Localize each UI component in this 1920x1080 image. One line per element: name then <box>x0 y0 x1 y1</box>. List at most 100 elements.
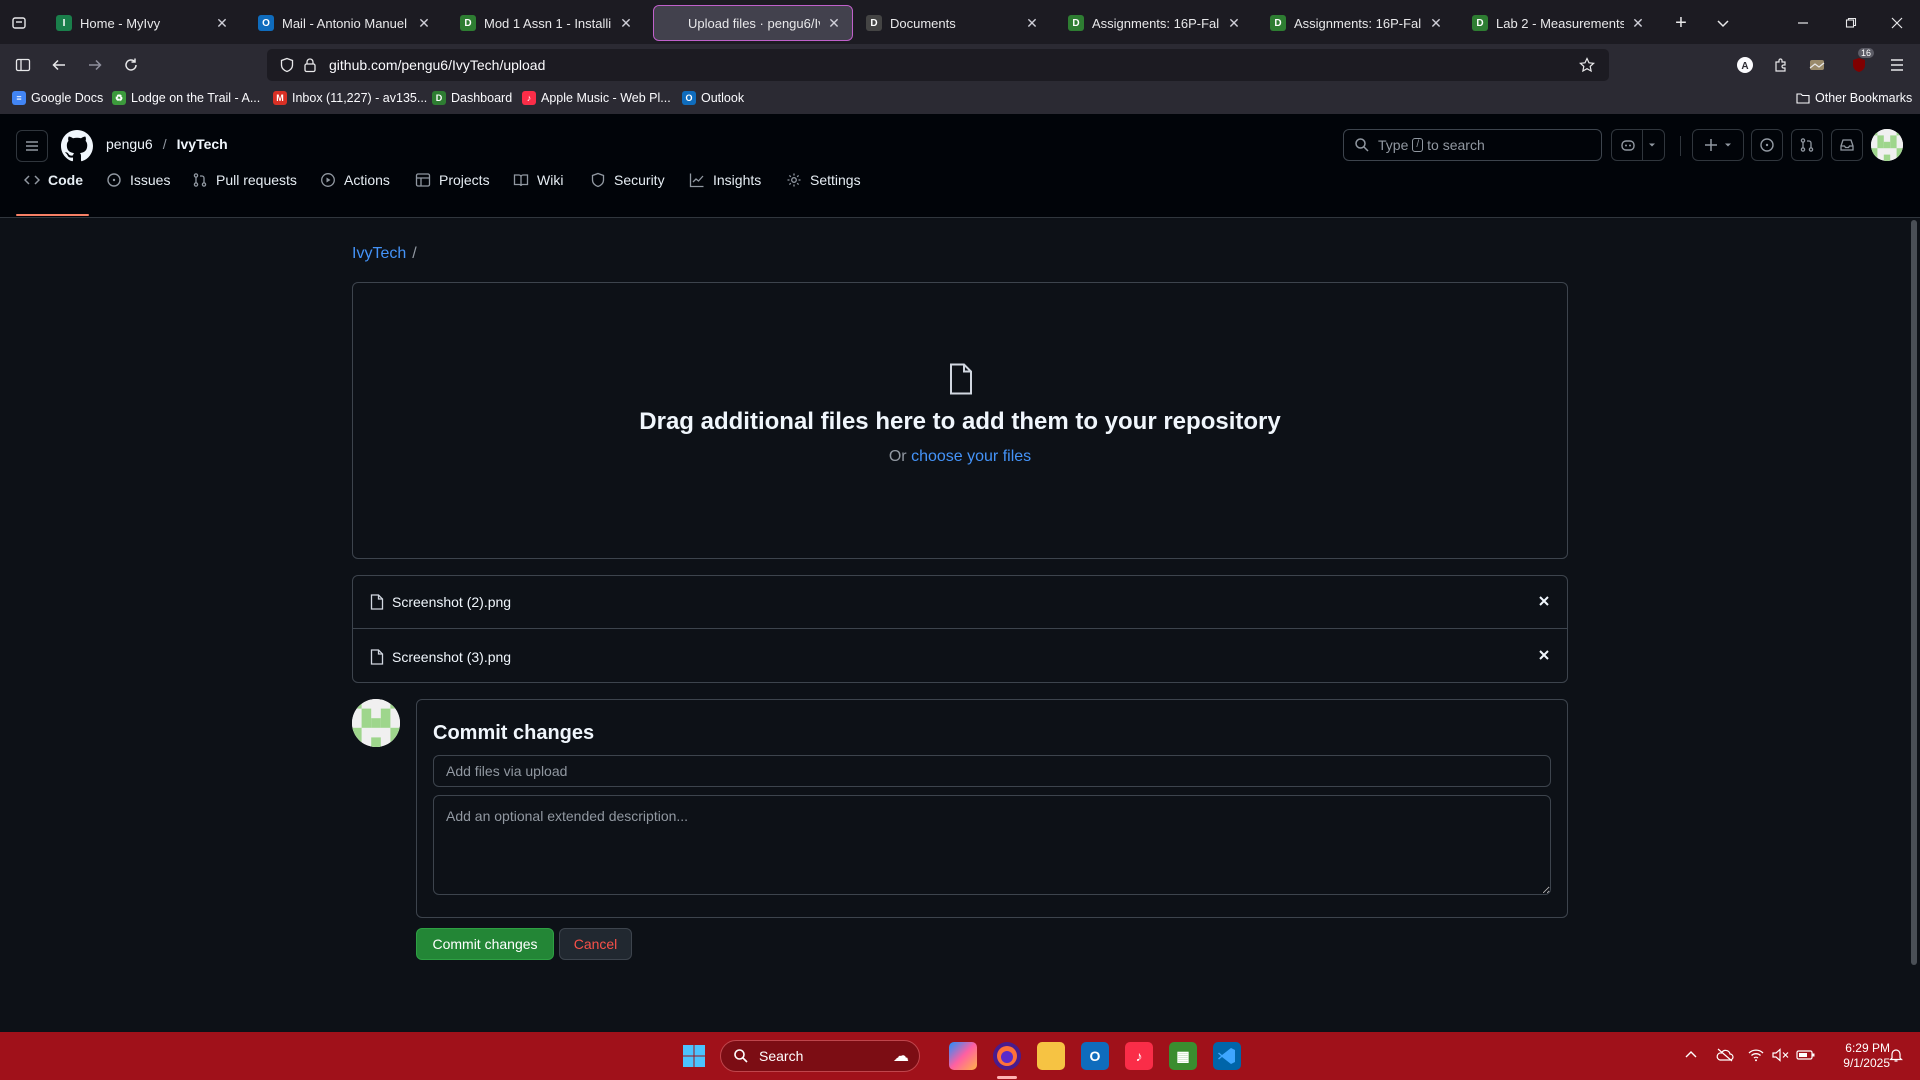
browser-tab[interactable]: O Mail - Antonio Manuel Vega ✕ <box>248 6 442 40</box>
outlook-icon: O <box>682 91 696 105</box>
bookmark-inbox[interactable]: M Inbox (11,227) - av135... <box>273 91 427 105</box>
volume-muted-icon[interactable] <box>1772 1048 1790 1062</box>
notifications-button[interactable] <box>1831 129 1863 161</box>
copilot-button[interactable] <box>1611 129 1665 161</box>
brightspace-favicon-icon: D <box>1472 15 1488 31</box>
close-tab-icon[interactable]: ✕ <box>618 15 634 32</box>
tab-code[interactable]: Code <box>24 158 83 202</box>
close-tab-icon[interactable]: ✕ <box>1024 15 1040 32</box>
remove-file-icon[interactable] <box>1537 648 1551 662</box>
battery-icon[interactable] <box>1796 1048 1816 1062</box>
firefox-app-icon[interactable] <box>993 1042 1021 1070</box>
close-window-icon[interactable] <box>1886 12 1908 34</box>
browser-tab[interactable]: D Mod 1 Assn 1 - Installing an ✕ <box>450 6 644 40</box>
search-input[interactable]: Type / to search <box>1343 129 1602 161</box>
browser-tab[interactable]: I Home - MyIvy ✕ <box>46 6 240 40</box>
tab-insights[interactable]: Insights <box>689 158 761 202</box>
tab-title: Mod 1 Assn 1 - Installing an <box>484 15 612 31</box>
bookmark-star-icon[interactable] <box>1579 57 1595 73</box>
tab-actions[interactable]: Actions <box>320 158 390 202</box>
gear-icon <box>787 173 801 187</box>
extension-icon[interactable] <box>1806 54 1828 76</box>
avatar[interactable] <box>352 699 400 747</box>
tab-pull-requests[interactable]: Pull requests <box>192 158 297 202</box>
pull-requests-button[interactable] <box>1791 129 1823 161</box>
bookmark-google-docs[interactable]: ≡ Google Docs <box>12 91 103 105</box>
windows-start-icon[interactable] <box>680 1042 708 1070</box>
minecraft-app-icon[interactable]: ▦ <box>1169 1042 1197 1070</box>
browser-tab[interactable]: D Documents ✕ <box>856 6 1050 40</box>
tab-list-icon[interactable] <box>8 12 30 34</box>
cancel-button[interactable]: Cancel <box>559 928 632 960</box>
restore-icon[interactable] <box>1840 12 1862 34</box>
close-tab-icon[interactable]: ✕ <box>214 15 230 32</box>
create-new-button[interactable] <box>1692 129 1744 161</box>
address-bar[interactable]: github.com/pengu6/IvyTech/upload <box>267 49 1609 81</box>
user-avatar[interactable] <box>1871 129 1903 161</box>
taskbar-search[interactable]: Search ☁ <box>720 1040 920 1072</box>
drop-zone-title: Drag additional files here to add them t… <box>639 408 1281 435</box>
new-tab-icon[interactable]: + <box>1670 12 1692 34</box>
system-clock[interactable]: 6:29 PM 9/1/2025 <box>1820 1041 1890 1071</box>
sidebar-icon[interactable] <box>12 54 34 76</box>
lock-icon[interactable] <box>303 57 317 73</box>
close-tab-icon[interactable]: ✕ <box>416 15 432 32</box>
extensions-icon[interactable] <box>1770 54 1792 76</box>
list-item: Screenshot (2).png <box>353 576 1567 629</box>
forward-icon[interactable] <box>84 54 106 76</box>
commit-description-textarea[interactable] <box>433 795 1551 895</box>
shield-icon[interactable] <box>279 57 295 73</box>
ublock-icon[interactable]: 16 <box>1848 48 1875 76</box>
clock-time: 6:29 PM <box>1845 1041 1890 1055</box>
close-tab-icon[interactable]: ✕ <box>1428 15 1444 32</box>
close-tab-icon[interactable]: ✕ <box>1630 15 1646 32</box>
account-icon[interactable]: A <box>1734 54 1756 76</box>
scrollbar-thumb[interactable] <box>1911 220 1917 965</box>
close-tab-icon[interactable]: ✕ <box>1226 15 1242 32</box>
copilot-app-icon[interactable] <box>949 1042 977 1070</box>
commit-changes-button[interactable]: Commit changes <box>416 928 554 960</box>
other-bookmarks[interactable]: Other Bookmarks <box>1796 91 1912 105</box>
bookmark-label: Lodge on the Trail - A... <box>131 91 261 105</box>
wifi-icon[interactable] <box>1748 1048 1764 1062</box>
tab-issues[interactable]: Issues <box>106 158 170 202</box>
repo-breadcrumb: pengu6 / IvyTech <box>106 136 228 152</box>
issue-icon <box>1760 138 1774 152</box>
browser-tab[interactable]: D Assignments: 16P-Fall 2025 ✕ <box>1260 6 1454 40</box>
tab-label: Projects <box>439 172 490 188</box>
vscode-app-icon[interactable] <box>1213 1042 1241 1070</box>
browser-tab[interactable]: D Assignments: 16P-Fall 2025 ✕ <box>1058 6 1252 40</box>
repo-name-link[interactable]: IvyTech <box>177 136 228 152</box>
remove-file-icon[interactable] <box>1537 594 1551 608</box>
commit-message-input[interactable] <box>433 755 1551 787</box>
minimize-icon[interactable] <box>1792 12 1814 34</box>
bookmark-dashboard[interactable]: D Dashboard <box>432 91 512 105</box>
close-tab-icon[interactable]: ✕ <box>826 15 842 32</box>
bookmark-outlook[interactable]: O Outlook <box>682 91 744 105</box>
notification-bell-icon[interactable] <box>1888 1047 1904 1063</box>
file-drop-zone[interactable]: Drag additional files here to add them t… <box>352 282 1568 559</box>
issues-button[interactable] <box>1751 129 1783 161</box>
repo-owner-link[interactable]: pengu6 <box>106 136 153 152</box>
menu-icon[interactable] <box>1886 54 1908 76</box>
onedrive-icon[interactable] <box>1716 1048 1734 1062</box>
url-text[interactable]: github.com/pengu6/IvyTech/upload <box>329 57 545 73</box>
bookmark-lodge-on-the-trail[interactable]: ♻ Lodge on the Trail - A... <box>112 91 260 105</box>
tab-security[interactable]: Security <box>590 158 665 202</box>
bookmark-apple-music[interactable]: ♪ Apple Music - Web Pl... <box>522 91 671 105</box>
chevron-up-icon[interactable] <box>1684 1048 1698 1062</box>
tab-projects[interactable]: Projects <box>415 158 490 202</box>
choose-files-link[interactable]: choose your files <box>911 448 1031 465</box>
back-icon[interactable] <box>48 54 70 76</box>
outlook-app-icon[interactable]: O <box>1081 1042 1109 1070</box>
apple-music-app-icon[interactable]: ♪ <box>1125 1042 1153 1070</box>
tab-wiki[interactable]: Wiki <box>513 158 563 202</box>
browser-tab[interactable]: D Lab 2 - Measurements and ✕ <box>1462 6 1656 40</box>
breadcrumb-repo-link[interactable]: IvyTech <box>352 245 406 262</box>
file-explorer-icon[interactable] <box>1037 1042 1065 1070</box>
reload-icon[interactable] <box>120 54 142 76</box>
tab-settings[interactable]: Settings <box>786 158 861 202</box>
chevron-down-icon[interactable] <box>1712 12 1734 34</box>
selected-tab-indicator <box>16 214 89 216</box>
browser-tab-active[interactable]: Upload files · pengu6/IvyTech ✕ <box>653 5 853 41</box>
